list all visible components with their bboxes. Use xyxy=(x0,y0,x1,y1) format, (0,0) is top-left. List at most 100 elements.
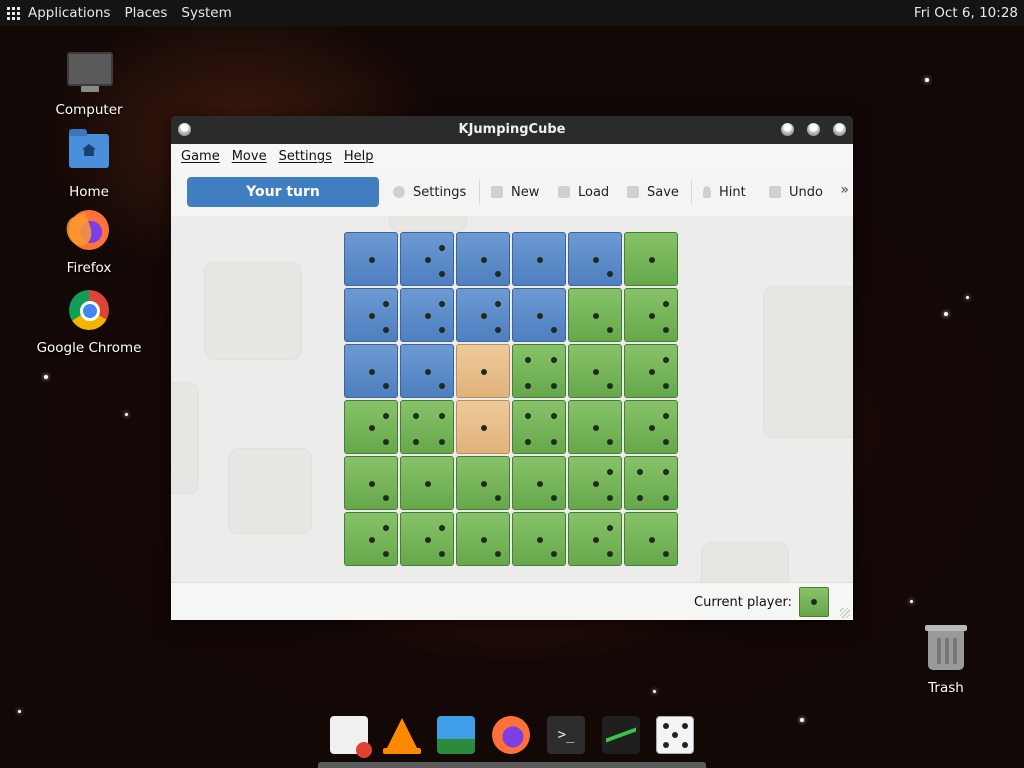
cube-cell[interactable] xyxy=(568,400,622,454)
cube-pip xyxy=(495,301,501,307)
cube-pip xyxy=(525,383,531,389)
cube-cell[interactable] xyxy=(568,512,622,566)
cube-cell[interactable] xyxy=(512,344,566,398)
resize-grip[interactable] xyxy=(840,608,850,618)
cube-cell[interactable] xyxy=(400,288,454,342)
vlc-icon[interactable] xyxy=(383,716,421,754)
dice-game-icon[interactable] xyxy=(656,716,694,754)
cube-cell[interactable] xyxy=(400,400,454,454)
cube-cell[interactable] xyxy=(456,232,510,286)
lightbulb-icon xyxy=(703,186,711,198)
new-button[interactable]: New xyxy=(491,182,539,202)
cube-cell[interactable] xyxy=(568,456,622,510)
save-icon xyxy=(627,186,639,198)
desktop-icon-home[interactable]: Home xyxy=(34,128,144,200)
cube-cell[interactable] xyxy=(456,344,510,398)
desktop-icon-chrome[interactable]: Google Chrome xyxy=(34,288,144,356)
cube-cell[interactable] xyxy=(624,344,678,398)
load-button[interactable]: Load xyxy=(558,182,609,202)
cube-cell[interactable] xyxy=(624,232,678,286)
cube-cell[interactable] xyxy=(344,400,398,454)
close-button[interactable] xyxy=(833,123,846,136)
menu-move[interactable]: Move xyxy=(226,149,273,164)
cube-pip xyxy=(663,327,669,333)
menu-settings[interactable]: Settings xyxy=(273,149,338,164)
cube-pip xyxy=(383,327,389,333)
system-menu[interactable]: System xyxy=(174,0,238,26)
cube-pip xyxy=(495,271,501,277)
undo-button[interactable]: Undo xyxy=(769,182,823,202)
cube-pip xyxy=(607,383,613,389)
cube-cell[interactable] xyxy=(512,400,566,454)
cube-cell[interactable] xyxy=(512,512,566,566)
background-decoration xyxy=(389,216,467,232)
firefox-icon[interactable] xyxy=(492,716,530,754)
toolbar-overflow-button[interactable]: » xyxy=(840,182,849,198)
window-titlebar[interactable]: KJumpingCube xyxy=(171,116,853,144)
new-game-icon xyxy=(491,186,503,198)
cube-cell[interactable] xyxy=(456,400,510,454)
cube-cell[interactable] xyxy=(344,232,398,286)
cube-cell[interactable] xyxy=(400,232,454,286)
cube-pip xyxy=(593,425,599,431)
applications-menu[interactable]: Applications xyxy=(0,0,117,26)
menu-help[interactable]: Help xyxy=(338,149,380,164)
cube-cell[interactable] xyxy=(400,512,454,566)
desktop-icon-label: Computer xyxy=(55,102,123,118)
hint-button[interactable]: Hint xyxy=(703,182,746,202)
window-menu-button[interactable] xyxy=(178,123,191,136)
desktop-icon-computer[interactable]: Computer xyxy=(34,48,144,118)
cube-pip xyxy=(495,327,501,333)
cube-cell[interactable] xyxy=(456,512,510,566)
cube-cell[interactable] xyxy=(512,232,566,286)
desktop-icon-trash[interactable]: Trash xyxy=(891,625,1001,696)
cube-board[interactable] xyxy=(344,232,680,568)
terminal-icon[interactable]: >_ xyxy=(547,716,585,754)
cube-cell[interactable] xyxy=(344,512,398,566)
system-monitor-icon[interactable] xyxy=(602,716,640,754)
cube-cell[interactable] xyxy=(456,288,510,342)
cube-cell[interactable] xyxy=(344,288,398,342)
star xyxy=(653,690,656,693)
save-button[interactable]: Save xyxy=(627,182,679,202)
maximize-button[interactable] xyxy=(807,123,820,136)
cube-pip xyxy=(481,481,487,487)
cube-pip xyxy=(551,357,557,363)
cube-pip xyxy=(481,313,487,319)
cube-cell[interactable] xyxy=(344,344,398,398)
cube-cell[interactable] xyxy=(568,288,622,342)
kjumpingcube-window: KJumpingCube Game Move Settings Help You… xyxy=(171,116,853,620)
cube-cell[interactable] xyxy=(512,456,566,510)
toolbar: Your turn Settings New Load Save Hint Un… xyxy=(171,168,853,217)
cube-pip xyxy=(607,439,613,445)
cube-cell[interactable] xyxy=(624,400,678,454)
cube-pip xyxy=(481,537,487,543)
star xyxy=(966,296,969,299)
background-decoration xyxy=(763,286,853,438)
cube-cell[interactable] xyxy=(624,288,678,342)
clock[interactable]: Fri Oct 6, 10:28 xyxy=(914,0,1018,26)
background-decoration xyxy=(171,382,199,494)
desktop-icon-label: Firefox xyxy=(66,260,112,276)
settings-button[interactable]: Settings xyxy=(393,182,466,202)
cube-cell[interactable] xyxy=(624,456,678,510)
cube-pip xyxy=(413,439,419,445)
cube-cell[interactable] xyxy=(344,456,398,510)
cube-pip xyxy=(369,537,375,543)
turn-indicator-button[interactable]: Your turn xyxy=(187,177,379,207)
desktop-icon-firefox[interactable]: Firefox xyxy=(34,208,144,276)
cube-cell[interactable] xyxy=(456,456,510,510)
text-editor-icon[interactable] xyxy=(330,716,372,758)
cube-pip xyxy=(425,369,431,375)
places-menu[interactable]: Places xyxy=(117,0,174,26)
cube-cell[interactable] xyxy=(624,512,678,566)
image-viewer-icon[interactable] xyxy=(437,716,475,754)
cube-cell[interactable] xyxy=(400,456,454,510)
cube-cell[interactable] xyxy=(400,344,454,398)
cube-cell[interactable] xyxy=(568,344,622,398)
menu-game[interactable]: Game xyxy=(175,149,226,164)
cube-cell[interactable] xyxy=(568,232,622,286)
minimize-button[interactable] xyxy=(781,123,794,136)
cube-pip xyxy=(593,537,599,543)
cube-cell[interactable] xyxy=(512,288,566,342)
